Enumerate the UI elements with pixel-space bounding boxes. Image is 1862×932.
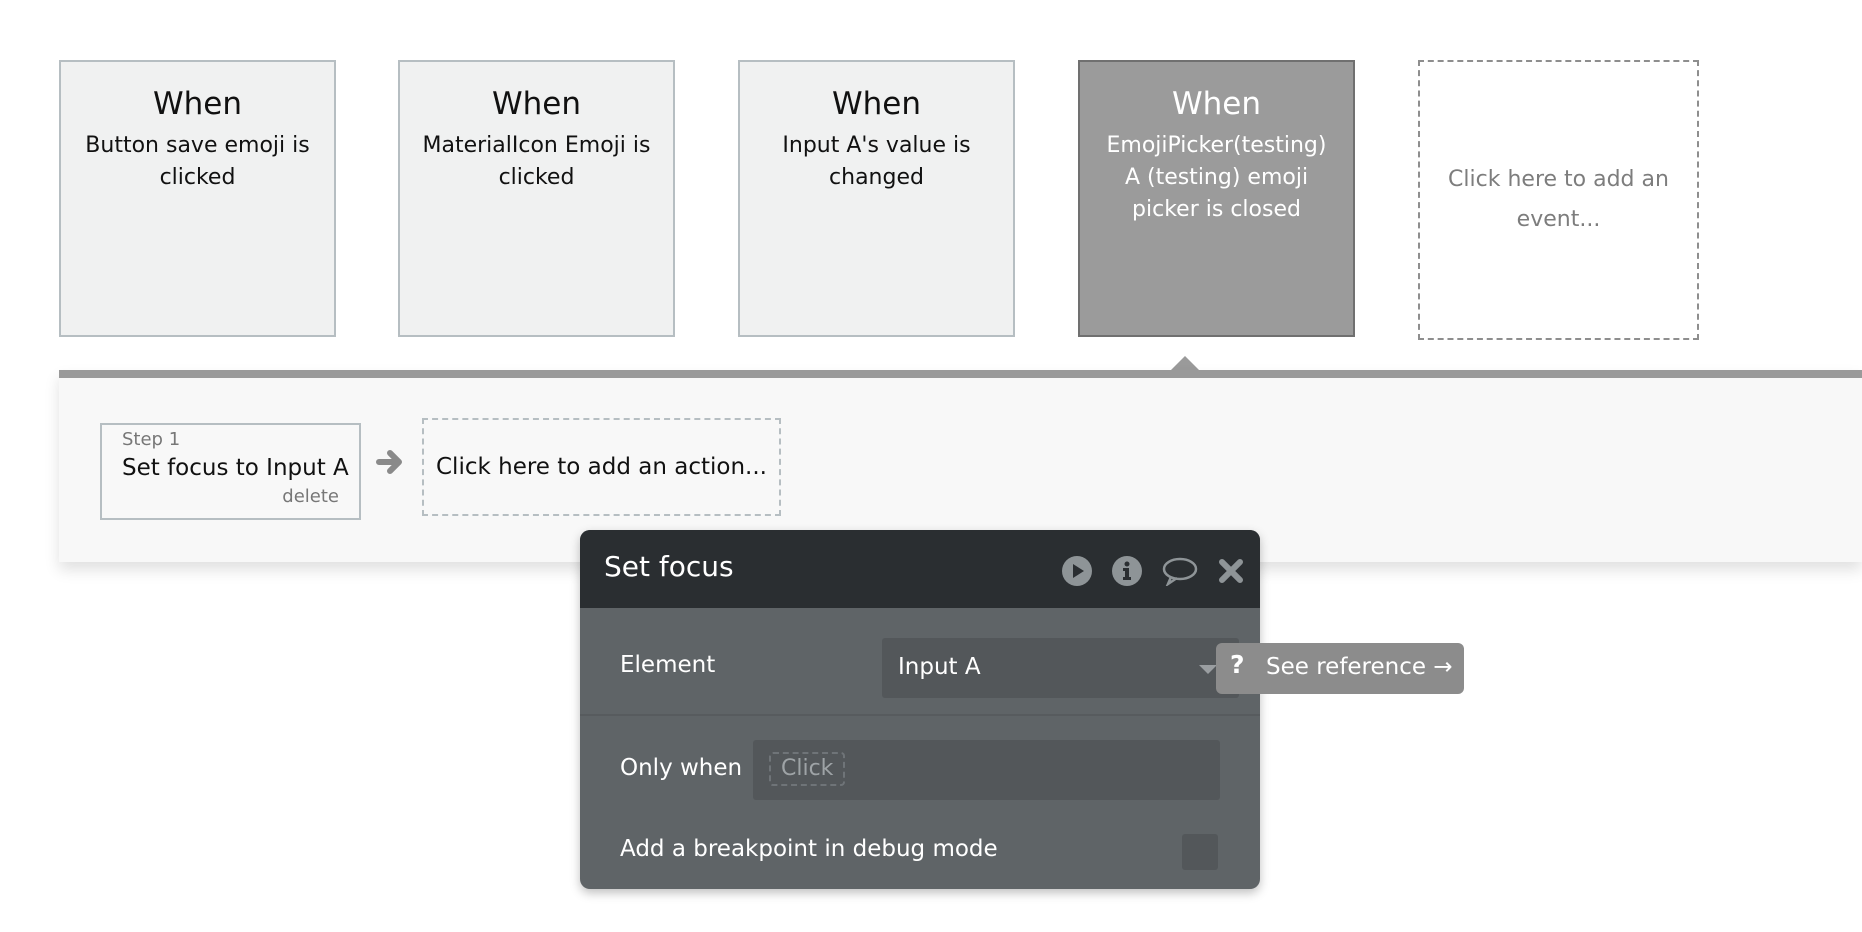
play-icon[interactable] bbox=[1062, 556, 1092, 586]
see-reference-label: See reference → bbox=[1266, 654, 1453, 680]
selected-event-pointer bbox=[1171, 356, 1199, 370]
add-event-label: Click here to add an event... bbox=[1448, 167, 1669, 232]
add-event-button[interactable]: Click here to add an event... bbox=[1418, 60, 1699, 340]
breakpoint-label: Add a breakpoint in debug mode bbox=[620, 836, 998, 862]
event-when-label: When bbox=[491, 86, 582, 122]
only-when-click-placeholder[interactable]: Click bbox=[769, 752, 846, 786]
workflow-step[interactable]: Step 1 Set focus to Input A delete bbox=[100, 423, 361, 520]
event-card[interactable]: When Button save emoji is clicked bbox=[59, 60, 336, 337]
see-reference-button[interactable]: ? See reference → bbox=[1216, 643, 1464, 694]
comment-icon[interactable] bbox=[1162, 556, 1198, 586]
event-card[interactable]: When MaterialIcon Emoji is clicked bbox=[398, 60, 675, 337]
dialog-title: Set focus bbox=[604, 550, 734, 583]
arrow-right-icon bbox=[376, 450, 402, 474]
close-icon[interactable] bbox=[1218, 556, 1244, 586]
event-card-selected[interactable]: When EmojiPicker(testing) A (testing) em… bbox=[1078, 60, 1355, 337]
step-title: Set focus to Input A bbox=[122, 455, 349, 481]
only-when-label: Only when bbox=[620, 755, 743, 781]
only-when-condition-field[interactable]: Click bbox=[753, 740, 1220, 800]
action-properties-dialog: Set focus Element Input A Only when Clic… bbox=[580, 530, 1260, 889]
element-label: Element bbox=[620, 652, 716, 678]
step-delete-link[interactable]: delete bbox=[282, 486, 339, 507]
event-card[interactable]: When Input A's value is changed bbox=[738, 60, 1015, 337]
element-dropdown[interactable]: Input A bbox=[882, 638, 1239, 698]
event-when-label: When bbox=[1171, 86, 1262, 122]
add-action-button[interactable]: Click here to add an action... bbox=[422, 418, 781, 516]
element-dropdown-value: Input A bbox=[898, 654, 981, 680]
chevron-down-icon bbox=[1199, 665, 1217, 674]
element-row: Element Input A bbox=[580, 608, 1260, 716]
dialog-header: Set focus bbox=[580, 530, 1260, 608]
event-when-label: When bbox=[831, 86, 922, 122]
event-description: EmojiPicker(testing) A (testing) emoji p… bbox=[1106, 133, 1327, 222]
breakpoint-checkbox[interactable] bbox=[1182, 834, 1218, 870]
step-number: Step 1 bbox=[122, 429, 181, 450]
event-when-label: When bbox=[152, 86, 243, 122]
event-description: Input A's value is changed bbox=[782, 133, 971, 190]
event-description: Button save emoji is clicked bbox=[85, 133, 310, 190]
question-icon: ? bbox=[1230, 650, 1245, 679]
info-icon[interactable] bbox=[1112, 556, 1142, 586]
add-action-label: Click here to add an action... bbox=[436, 454, 767, 480]
event-description: MaterialIcon Emoji is clicked bbox=[422, 133, 651, 190]
